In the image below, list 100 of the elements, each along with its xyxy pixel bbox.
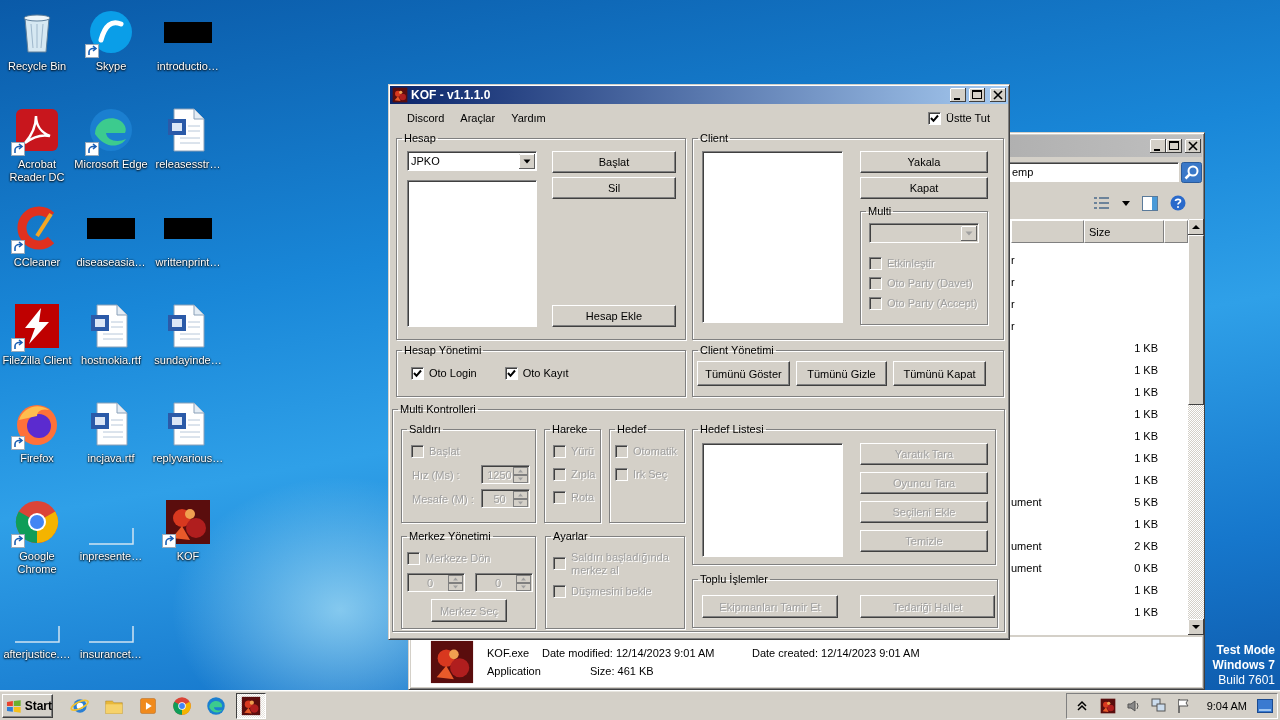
- media-player-icon: [138, 695, 158, 716]
- scrollbar-thumb[interactable]: [1188, 235, 1204, 405]
- table-cell-text: r: [1011, 298, 1016, 310]
- view-options-icon[interactable]: [1093, 196, 1110, 210]
- icon-label[interactable]: Firefox: [2, 452, 72, 465]
- table-cell-text: 1 KB: [1133, 364, 1158, 376]
- menu-item[interactable]: Araçlar: [460, 112, 496, 124]
- icon-label[interactable]: introductio…: [148, 60, 228, 73]
- group-label: Client Yönetimi: [699, 344, 775, 356]
- checkbox[interactable]: [927, 111, 941, 125]
- icon-label[interactable]: afterjustice.…: [2, 648, 72, 661]
- checkbox-label: Oto Kayıt: [522, 367, 569, 380]
- icon-label[interactable]: releasesstr…: [148, 158, 228, 171]
- action-button[interactable]: Başlat: [552, 151, 676, 173]
- menu-item[interactable]: Yardım: [511, 112, 546, 124]
- table-cell-text: 2 KB: [1133, 540, 1158, 552]
- dropdown[interactable]: JPKO: [407, 151, 537, 171]
- chat-app-icon[interactable]: [87, 8, 135, 56]
- maximize-button[interactable]: [1166, 139, 1182, 153]
- table-cell-text: 1 KB: [1133, 606, 1158, 618]
- group-label: Hareke: [551, 423, 589, 435]
- search-button[interactable]: [1181, 161, 1202, 183]
- game-icon: [392, 87, 408, 103]
- action-button[interactable]: Yakala: [860, 151, 988, 173]
- group-label: Hedef: [616, 423, 648, 435]
- table-cell-text: 1 KB: [1133, 452, 1158, 464]
- game-icon[interactable]: [164, 498, 212, 546]
- icon-label[interactable]: Skype: [71, 60, 151, 73]
- file-name: KOF.exe: [487, 647, 531, 659]
- thumbnail-icon[interactable]: [87, 217, 135, 239]
- action-button[interactable]: Tümünü Kapat: [893, 361, 986, 386]
- icon-label[interactable]: sundayinde…: [148, 354, 228, 367]
- scroll-down-button[interactable]: [1188, 619, 1204, 635]
- spin-arrows-icon: [513, 490, 528, 507]
- taskbar-button[interactable]: [236, 692, 266, 719]
- icon-label[interactable]: hostnokia.rtf: [71, 354, 151, 367]
- checkbox[interactable]: [411, 367, 424, 380]
- column-header[interactable]: Size: [1084, 220, 1164, 243]
- table-cell-text: 1 KB: [1133, 408, 1158, 420]
- scroll-up-button[interactable]: [1188, 219, 1204, 235]
- column-header[interactable]: [1164, 220, 1188, 243]
- minimize-button[interactable]: [950, 88, 966, 102]
- icon-label[interactable]: incjava.rtf: [71, 452, 151, 465]
- close-button[interactable]: [1185, 139, 1201, 153]
- network-icon[interactable]: [1150, 697, 1166, 714]
- table-cell-text: 1 KB: [1133, 584, 1158, 596]
- list-box[interactable]: [407, 180, 537, 327]
- icon-label[interactable]: inpresente…: [71, 550, 151, 563]
- caret-icon[interactable]: [1122, 200, 1130, 206]
- checkbox[interactable]: [504, 367, 518, 380]
- icon-label[interactable]: KOF: [148, 550, 228, 563]
- clock[interactable]: 9:04 AM: [1206, 699, 1247, 712]
- action-button[interactable]: Tümünü Gizle: [796, 361, 887, 386]
- maximize-button[interactable]: [969, 88, 985, 102]
- caret-icon: [519, 153, 535, 169]
- icon-label[interactable]: Microsoft Edge: [71, 158, 151, 171]
- icon-label[interactable]: FileZilla Client: [2, 354, 72, 367]
- watermark-text: Test Mode: [1216, 643, 1275, 658]
- browser-icon[interactable]: [13, 498, 61, 546]
- action-button[interactable]: Hesap Ekle: [552, 305, 676, 327]
- pdf-reader-icon[interactable]: [13, 106, 61, 154]
- file-detail: Size: 461 KB: [590, 665, 654, 677]
- list-box[interactable]: [702, 151, 843, 323]
- icon-label[interactable]: replyvarious…: [148, 452, 228, 465]
- start-button[interactable]: Start: [2, 693, 53, 718]
- thumbnail-icon[interactable]: [164, 21, 212, 43]
- browser-icon[interactable]: [87, 106, 135, 154]
- window-title: KOF - v1.1.1.0: [411, 88, 492, 102]
- icon-label[interactable]: Recycle Bin: [2, 60, 72, 73]
- icon-label[interactable]: diseaseasia…: [71, 256, 151, 269]
- ftp-client-icon[interactable]: [13, 302, 61, 350]
- table-cell-text: r: [1011, 320, 1016, 332]
- column-header[interactable]: [1011, 220, 1084, 243]
- group-label: Ayarlar: [552, 530, 589, 542]
- game-icon: [429, 639, 475, 685]
- icon-label[interactable]: insurancet…: [71, 648, 151, 661]
- icon-label[interactable]: Acrobat Reader DC: [2, 158, 72, 184]
- show-desktop-button[interactable]: [1257, 698, 1273, 713]
- table-cell-text: 1 KB: [1133, 474, 1158, 486]
- icon-label[interactable]: Google Chrome: [2, 550, 72, 576]
- action-button[interactable]: Kapat: [860, 177, 988, 199]
- address-field[interactable]: emp: [1008, 162, 1179, 182]
- preview-pane-icon[interactable]: [1142, 195, 1158, 211]
- action-button[interactable]: Sil: [552, 177, 676, 199]
- table-cell-text: 5 KB: [1133, 496, 1158, 508]
- game-icon[interactable]: [1099, 697, 1116, 714]
- browser-icon: [206, 695, 226, 716]
- flag-icon[interactable]: [1175, 697, 1191, 714]
- scrollbar[interactable]: [1188, 219, 1204, 635]
- icon-label[interactable]: writtenprint…: [148, 256, 228, 269]
- table-cell-text: r: [1011, 254, 1016, 266]
- minimize-button[interactable]: [1150, 139, 1166, 153]
- action-button[interactable]: Tümünü Göster: [697, 361, 790, 386]
- icon-label[interactable]: CCleaner: [2, 256, 72, 269]
- list-box[interactable]: [702, 443, 843, 557]
- thumbnail-icon[interactable]: [164, 217, 212, 239]
- menu-item[interactable]: Discord: [407, 112, 445, 124]
- close-button[interactable]: [990, 88, 1006, 102]
- volume-icon[interactable]: [1125, 697, 1141, 714]
- help-icon[interactable]: [1170, 195, 1186, 211]
